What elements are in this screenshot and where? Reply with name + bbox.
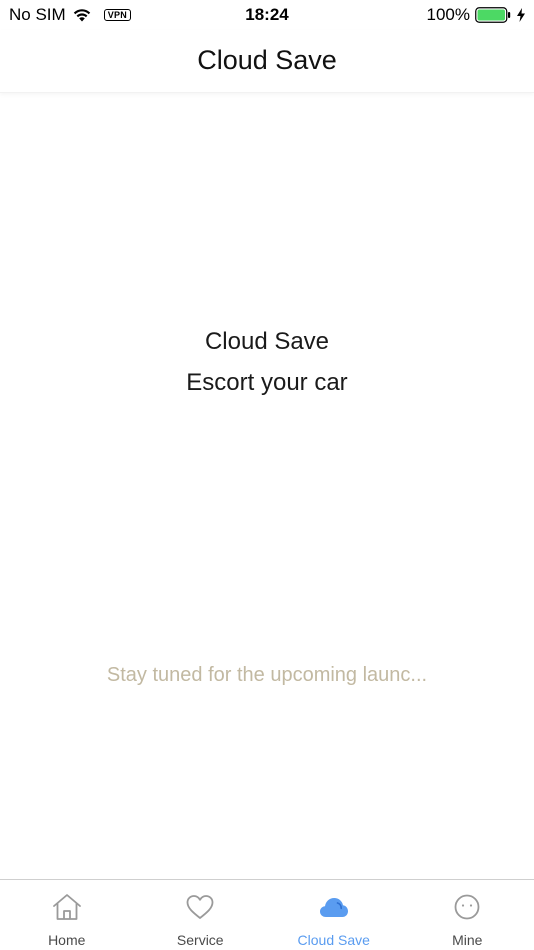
tab-home[interactable]: Home bbox=[0, 880, 134, 950]
status-right: 100% bbox=[427, 5, 526, 25]
cloud-icon bbox=[319, 898, 348, 917]
face-icon bbox=[454, 894, 480, 920]
home-icon bbox=[52, 894, 81, 920]
app-screen: No SIM VPN 18:24 100% Cloud Save Cloud S… bbox=[0, 0, 534, 950]
tab-label-mine: Mine bbox=[452, 932, 483, 948]
tab-label-cloud-save: Cloud Save bbox=[297, 932, 370, 948]
page-title: Cloud Save bbox=[197, 45, 337, 75]
tab-label-home: Home bbox=[48, 932, 86, 948]
tab-bar: Home Service Cloud Save Mine bbox=[0, 879, 534, 950]
coming-soon-notice: Stay tuned for the upcoming launc... bbox=[106, 664, 428, 686]
tab-cloud-save[interactable]: Cloud Save bbox=[267, 880, 401, 950]
tab-label-service: Service bbox=[176, 932, 224, 948]
charging-bolt-icon bbox=[517, 8, 525, 22]
battery-icon bbox=[475, 7, 511, 23]
status-bar: No SIM VPN 18:24 100% bbox=[0, 0, 534, 30]
content-title: Cloud Save bbox=[204, 328, 330, 355]
heart-icon bbox=[186, 895, 214, 919]
battery-level-fill bbox=[477, 9, 505, 21]
tab-mine[interactable]: Mine bbox=[401, 880, 534, 950]
tab-service[interactable]: Service bbox=[134, 880, 268, 950]
navigation-bar: Cloud Save bbox=[0, 30, 534, 93]
battery-percent: 100% bbox=[426, 5, 470, 24]
content-subtitle: Escort your car bbox=[186, 369, 348, 396]
